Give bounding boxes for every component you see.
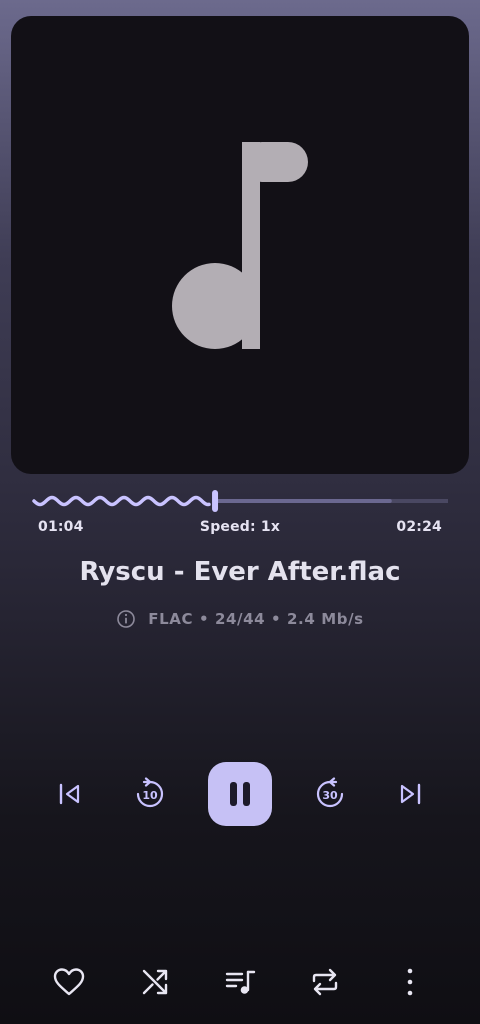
seek-bar[interactable] [32,486,448,516]
queue-music-icon [225,970,256,994]
forward-30-button[interactable]: 30 [306,770,354,818]
forward-30-icon: 30 [316,777,344,808]
seek-played-wave [32,495,211,507]
pause-icon [230,782,250,806]
skip-next-icon [400,783,421,805]
rewind-seconds-label: 10 [142,789,158,802]
repeat-button[interactable] [303,960,347,1004]
favorite-button[interactable] [47,960,91,1004]
info-icon [117,610,136,628]
shuffle-icon [142,969,168,995]
previous-button[interactable] [48,772,92,816]
repeat-icon [312,968,338,996]
track-format-info[interactable]: FLAC • 24/44 • 2.4 Mb/s [0,609,480,629]
total-time: 02:24 [396,519,442,535]
music-note-icon [172,142,308,349]
seek-thumb [212,490,219,512]
more-vertical-icon [407,968,413,996]
next-button[interactable] [388,772,432,816]
format-info-text: FLAC • 24/44 • 2.4 Mb/s [148,610,364,628]
skip-previous-icon [59,783,80,805]
shuffle-button[interactable] [133,960,177,1004]
album-art [11,16,469,474]
pause-button[interactable] [208,762,272,826]
forward-seconds-label: 30 [322,789,338,802]
replay-10-icon: 10 [136,777,164,808]
queue-button[interactable] [218,960,262,1004]
rewind-10-button[interactable]: 10 [126,770,174,818]
heart-icon [53,968,85,996]
more-options-button[interactable] [388,960,432,1004]
track-title: Ryscu - Ever After.flac [79,557,401,587]
